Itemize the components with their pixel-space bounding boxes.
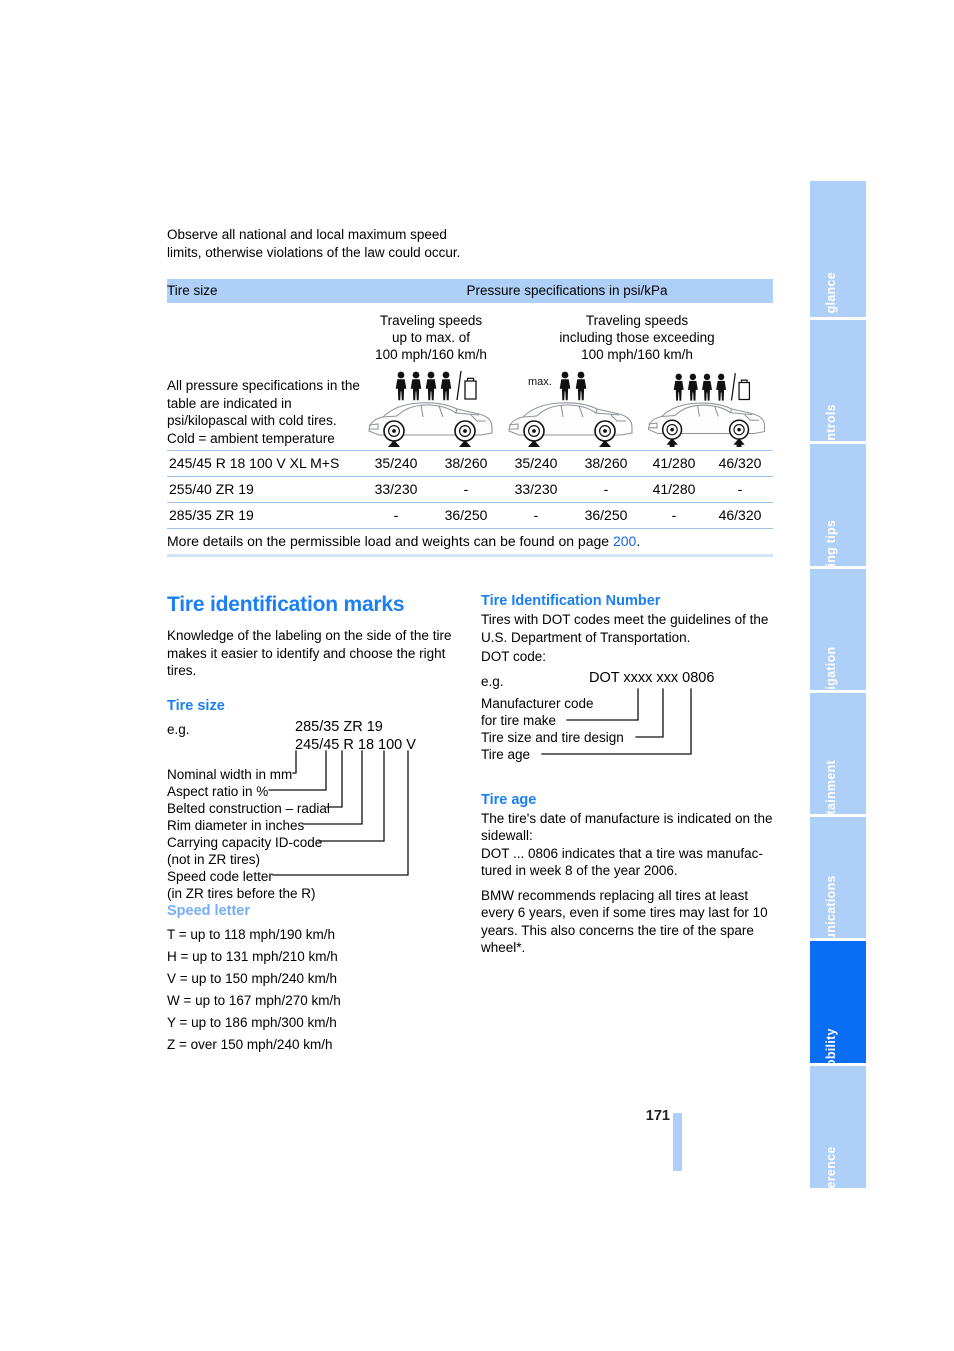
sidebar-item-entertainment[interactable]: Entertainment	[810, 693, 866, 814]
pressure-cell: -	[641, 502, 707, 529]
pressure-cell: -	[431, 476, 501, 503]
heading-tire-identification-number: Tire Identification Number	[481, 593, 661, 609]
car-4-persons-luggage-highspeed-icon	[648, 373, 766, 450]
left-column: Tire identification marks Knowledge of t…	[167, 592, 457, 1056]
tire-age-paragraph-1: The tire's date of manufacture is indica…	[481, 810, 773, 844]
table-footnote: More details on the permissible load and…	[167, 528, 773, 557]
max-label: max.	[528, 376, 552, 388]
sidebar-item-label: Communications	[824, 875, 838, 938]
speed-col1-line2: up to max. of	[391, 330, 471, 345]
tire-size-diagram: e.g. 285/35 ZR 19 245/45 R 18 100 V Nomi…	[167, 718, 457, 901]
sidebar-item-driving-tips[interactable]: Driving tips	[810, 444, 866, 566]
pressure-specifications-table: Tire size Pressure specifications in psi…	[167, 279, 773, 557]
pressure-cell: -	[707, 476, 773, 503]
tire-size-cell: 255/40 ZR 19	[167, 476, 361, 503]
heading-tire-size: Tire size	[167, 697, 225, 714]
sidebar-item-label: Mobility	[824, 1028, 838, 1063]
spacer-cell	[167, 303, 361, 369]
pressure-cell: -	[501, 502, 571, 529]
pressure-cell: 33/230	[361, 476, 431, 503]
tire-identification-intro: Knowledge of the labeling on the side of…	[167, 628, 452, 678]
pressure-cell: 35/240	[501, 450, 571, 477]
list-item: Z = over 150 mph/240 km/h	[167, 1036, 333, 1052]
sidebar-item-navigation[interactable]: Navigation	[810, 569, 866, 690]
tire-size-leader-lines	[268, 749, 409, 876]
sidebar-item-controls[interactable]: Controls	[810, 320, 866, 441]
pressure-cell: 41/280	[641, 476, 707, 503]
sidebar-item-label: Entertainment	[824, 760, 838, 814]
dot-code-leader-lines	[541, 687, 692, 755]
pressure-cell: 36/250	[431, 502, 501, 529]
sidebar-item-label: Reference	[824, 1146, 838, 1188]
car-pictogram-1	[361, 369, 501, 452]
page-title: Tire identification marks	[167, 593, 405, 616]
speed-col1-line3: 100 mph/160 km/h	[375, 347, 487, 362]
car-4-persons-luggage-icon	[368, 370, 493, 452]
tire-size-cell: 245/45 R 18 100 V XL M+S	[167, 450, 361, 477]
speed-col2-line1: Traveling speeds	[585, 313, 689, 328]
pressure-data-rows: 245/45 R 18 100 V XL M+S 35/240 38/260 3…	[167, 450, 773, 557]
dot-code-diagram: e.g. DOT xxxx xxx 0806 Manufacturer code…	[481, 670, 773, 777]
speed-column-1-header: Traveling speeds up to max. of 100 mph/1…	[361, 303, 501, 369]
tire-age-paragraph-2: DOT ... 0806 indicates that a tire was m…	[481, 845, 763, 879]
main-content: Observe all national and local maximum s…	[167, 226, 773, 557]
speed-column-2-header: Traveling speeds including those exceedi…	[501, 303, 773, 369]
sidebar-item-reference[interactable]: Reference	[810, 1066, 866, 1188]
table-row: 245/45 R 18 100 V XL M+S 35/240 38/260 3…	[167, 450, 773, 477]
page-reference-link[interactable]: 200	[613, 533, 636, 549]
table-header-row: Tire size Pressure specifications in psi…	[167, 279, 773, 303]
manual-page: Observe all national and local maximum s…	[0, 0, 954, 1351]
table-row: 255/40 ZR 19 33/230 - 33/230 - 41/280 -	[167, 476, 773, 503]
table-footnote-row: More details on the permissible load and…	[167, 528, 773, 557]
car-pictogram-row: All pressure specifications in the table…	[167, 369, 773, 452]
header-tire-size: Tire size	[167, 279, 361, 303]
list-item: W = up to 167 mph/270 km/h	[167, 992, 341, 1008]
speed-col1-line1: Traveling speeds	[379, 313, 483, 328]
list-item: Y = up to 186 mph/300 km/h	[167, 1014, 337, 1030]
pressure-cell: 33/230	[501, 476, 571, 503]
chapter-register-tabs: At a glance Controls Driving tips Naviga…	[810, 181, 866, 1191]
sidebar-item-label: Driving tips	[824, 519, 838, 566]
speed-col2-line3: 100 mph/160 km/h	[581, 347, 693, 362]
tire-id-number-paragraph: Tires with DOT codes meet the guidelines…	[481, 612, 769, 645]
speed-letter-list: T = up to 118 mph/190 km/h H = up to 131…	[167, 924, 457, 1056]
speed-col2-line2: including those exceeding	[559, 330, 715, 345]
footnote-text-before: More details on the permissible load and…	[167, 533, 613, 549]
header-pressure-spec: Pressure specifications in psi/kPa	[361, 279, 773, 303]
car-pictogram-3	[641, 369, 773, 451]
car-max-2-persons-icon: max.	[508, 371, 633, 452]
car-pictogram-2: max.	[501, 369, 641, 452]
pressure-cell: 38/260	[571, 450, 641, 477]
pressure-cell: 46/320	[707, 502, 773, 529]
list-item: V = up to 150 mph/240 km/h	[167, 970, 337, 986]
speed-header-row: Traveling speeds up to max. of 100 mph/1…	[167, 303, 773, 369]
pressure-cell: 35/240	[361, 450, 431, 477]
tire-age-paragraph-3: BMW recommends replacing all tires at le…	[481, 887, 768, 956]
heading-tire-age: Tire age	[481, 791, 537, 808]
pressure-cell: 36/250	[571, 502, 641, 529]
sidebar-item-label: Controls	[824, 404, 838, 441]
list-item: H = up to 131 mph/210 km/h	[167, 948, 338, 964]
intro-paragraph: Observe all national and local maximum s…	[167, 227, 461, 260]
table-row: 285/35 ZR 19 - 36/250 - 36/250 - 46/320	[167, 502, 773, 529]
right-column: Tire Identification Number Tires with DO…	[481, 592, 773, 964]
pressure-cell: -	[361, 502, 431, 529]
dot-code-label: DOT code:	[481, 649, 547, 664]
sidebar-item-label: Navigation	[824, 646, 838, 690]
sidebar-item-label: At a glance	[824, 272, 838, 317]
sidebar-item-mobility[interactable]: Mobility	[810, 941, 866, 1063]
page-number: 171	[645, 1108, 670, 1124]
sidebar-item-at-a-glance[interactable]: At a glance	[810, 181, 866, 317]
list-item: T = up to 118 mph/190 km/h	[167, 926, 335, 942]
page-marker-bar	[673, 1113, 682, 1171]
pressure-cell: -	[571, 476, 641, 503]
tire-size-cell: 285/35 ZR 19	[167, 502, 361, 529]
sidebar-item-communications[interactable]: Communications	[810, 817, 866, 938]
pressure-cell: 38/260	[431, 450, 501, 477]
pressure-note: All pressure specifications in the table…	[167, 378, 360, 446]
footnote-text-after: .	[636, 533, 641, 549]
pressure-cell: 46/320	[707, 450, 773, 477]
pressure-cell: 41/280	[641, 450, 707, 477]
